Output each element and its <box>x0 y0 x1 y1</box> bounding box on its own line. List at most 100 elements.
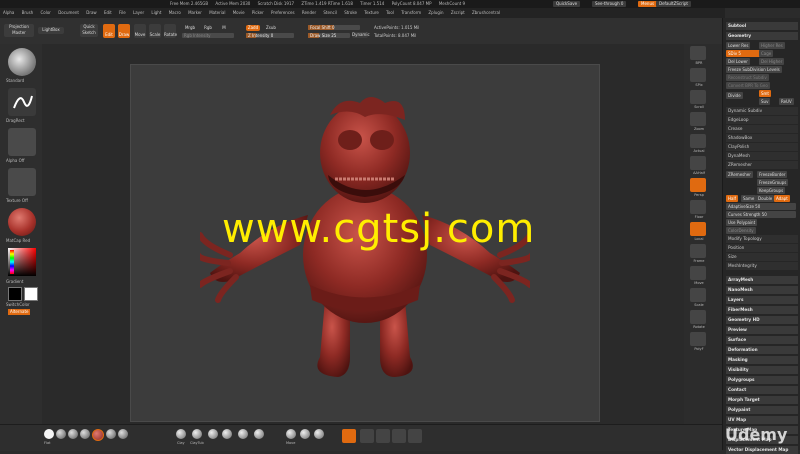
vector-displacement-map-section[interactable]: Vector Displacement Map <box>726 446 798 454</box>
material-flat[interactable] <box>44 429 54 439</box>
reuv-toggle[interactable]: ReUV <box>779 98 794 105</box>
use-polypaint-button[interactable]: Use Polypaint <box>726 219 758 226</box>
nanomesh-section[interactable]: NanoMesh <box>726 286 798 294</box>
higher-res-button[interactable]: Higher Res <box>759 42 785 49</box>
convert-bpr-button[interactable]: Convert BPR To Geo <box>726 82 770 89</box>
brush-movet[interactable] <box>300 429 310 439</box>
bpr-button[interactable] <box>690 46 706 60</box>
mesh-integrity-section[interactable]: MeshIntegrity <box>726 262 798 270</box>
lower-res-button[interactable]: Lower Res <box>726 42 751 49</box>
brush-clay[interactable] <box>176 429 186 439</box>
hue-strip[interactable] <box>10 250 14 274</box>
menu-edit[interactable]: Edit <box>104 10 112 15</box>
material-red[interactable] <box>92 429 104 441</box>
spix-button[interactable] <box>690 68 706 82</box>
material-damstandard[interactable] <box>68 429 78 439</box>
menu-layer[interactable]: Layer <box>133 10 144 15</box>
focal-shift-slider[interactable]: Focal Shift 0 <box>308 25 360 30</box>
menu-light[interactable]: Light <box>151 10 161 15</box>
del-higher-button[interactable]: Del Higher <box>759 58 785 65</box>
quick-sketch-button[interactable]: Quick Sketch <box>80 24 98 37</box>
menu-zscript[interactable]: Zscript <box>451 10 465 15</box>
geometry-section[interactable]: Geometry <box>726 32 798 40</box>
uv-map-section[interactable]: UV Map <box>726 416 798 424</box>
same-button[interactable]: Same <box>741 195 757 202</box>
contact-section[interactable]: Contact <box>726 386 798 394</box>
actual-button[interactable] <box>690 134 706 148</box>
shadowbox-section[interactable]: ShadowBox <box>726 134 798 142</box>
menu-render[interactable]: Render <box>302 10 316 15</box>
subtool-section[interactable]: Subtool <box>726 22 798 30</box>
zsub-button[interactable]: Zsub <box>264 25 278 31</box>
seethrough-slider[interactable]: See-through 0 <box>592 1 627 7</box>
arraymesh-section[interactable]: ArrayMesh <box>726 276 798 284</box>
group-tool-button[interactable] <box>408 429 422 443</box>
menu-document[interactable]: Document <box>58 10 79 15</box>
floor-button[interactable] <box>690 200 706 214</box>
rgb-button[interactable]: Rgb <box>202 25 214 31</box>
edit-button[interactable]: Edit <box>103 24 115 38</box>
brush-selector[interactable] <box>8 48 36 76</box>
main-color-swatch[interactable] <box>8 287 22 301</box>
aahalf-button[interactable] <box>690 156 706 170</box>
scale-tool-button[interactable] <box>392 429 406 443</box>
split-tool-button[interactable] <box>376 429 390 443</box>
local-button[interactable] <box>690 222 706 236</box>
material-selector[interactable] <box>8 208 36 236</box>
polyf-button[interactable] <box>690 332 706 346</box>
rotate-view-button[interactable] <box>690 310 706 324</box>
freezeborder-button[interactable]: FreezeBorder <box>757 171 788 178</box>
menu-brush[interactable]: Brush <box>22 10 34 15</box>
z-intensity-slider[interactable]: Z Intensity 0 <box>246 33 294 38</box>
freezegroups-button[interactable]: FreezeGroups <box>757 179 789 186</box>
scroll-button[interactable] <box>690 90 706 104</box>
color-density-slider[interactable]: ColorDensity <box>726 227 756 234</box>
projection-master-button[interactable]: Projection Master <box>4 24 34 37</box>
freeze-subdivision-button[interactable]: Freeze SubDivision Levels <box>726 66 782 73</box>
material-cutpen[interactable] <box>56 429 66 439</box>
zremesher-button[interactable]: ZRemesher <box>726 171 753 178</box>
brush-inflat[interactable] <box>238 429 248 439</box>
keepgroups-button[interactable]: KeepGroups <box>757 187 786 194</box>
menu-alpha[interactable]: Alpha <box>3 10 14 15</box>
preview-section[interactable]: Preview <box>726 326 798 334</box>
geometry-hd-section[interactable]: Geometry HD <box>726 316 798 324</box>
smt-toggle[interactable]: Smt <box>759 90 772 97</box>
divide-button[interactable]: Divide <box>726 92 743 99</box>
zremesher-section[interactable]: ZRemesher <box>726 161 798 169</box>
size-section[interactable]: Size <box>726 253 798 261</box>
alpha-selector[interactable] <box>8 128 36 156</box>
masking-section[interactable]: Masking <box>726 356 798 364</box>
visibility-section[interactable]: Visibility <box>726 366 798 374</box>
del-lower-button[interactable]: Del Lower <box>726 58 750 65</box>
menu-stroke[interactable]: Stroke <box>344 10 357 15</box>
rgb-intensity-slider[interactable]: Rgb Intensity <box>182 33 234 38</box>
menu-picker[interactable]: Picker <box>252 10 264 15</box>
dynamesh-section[interactable]: DynaMesh <box>726 152 798 160</box>
edgeloop-section[interactable]: EdgeLoop <box>726 116 798 124</box>
brush-claytub[interactable] <box>192 429 202 439</box>
texture-selector[interactable] <box>8 168 36 196</box>
menu-zplugin[interactable]: Zplugin <box>428 10 443 15</box>
double-button[interactable]: Double <box>756 195 775 202</box>
position-section[interactable]: Position <box>726 244 798 252</box>
menu-preferences[interactable]: Preferences <box>271 10 295 15</box>
half-button[interactable]: Half <box>726 195 738 202</box>
draw-size-slider[interactable]: Draw Size 25 <box>308 33 350 38</box>
move-button[interactable]: Move <box>134 24 146 38</box>
scale-view-button[interactable] <box>690 288 706 302</box>
suv-toggle[interactable]: Suv <box>759 98 771 105</box>
menu-transform[interactable]: Transform <box>401 10 421 15</box>
m-button[interactable]: M <box>220 25 228 31</box>
adapt-button[interactable]: Adapt <box>774 195 790 202</box>
mrgb-button[interactable]: Mrgb <box>182 25 198 31</box>
del-tool-button[interactable] <box>342 429 356 443</box>
surface-section[interactable]: Surface <box>726 336 798 344</box>
default-zscript-button[interactable]: DefaultZScript <box>656 1 691 7</box>
polypaint-section[interactable]: Polypaint <box>726 406 798 414</box>
menu-zbrushcentral[interactable]: Zbrushcentral <box>472 10 500 15</box>
menu-file[interactable]: File <box>119 10 126 15</box>
material-tooplus[interactable] <box>118 429 128 439</box>
rotate-button[interactable]: Rotate <box>164 24 177 38</box>
stroke-selector[interactable] <box>8 88 36 116</box>
